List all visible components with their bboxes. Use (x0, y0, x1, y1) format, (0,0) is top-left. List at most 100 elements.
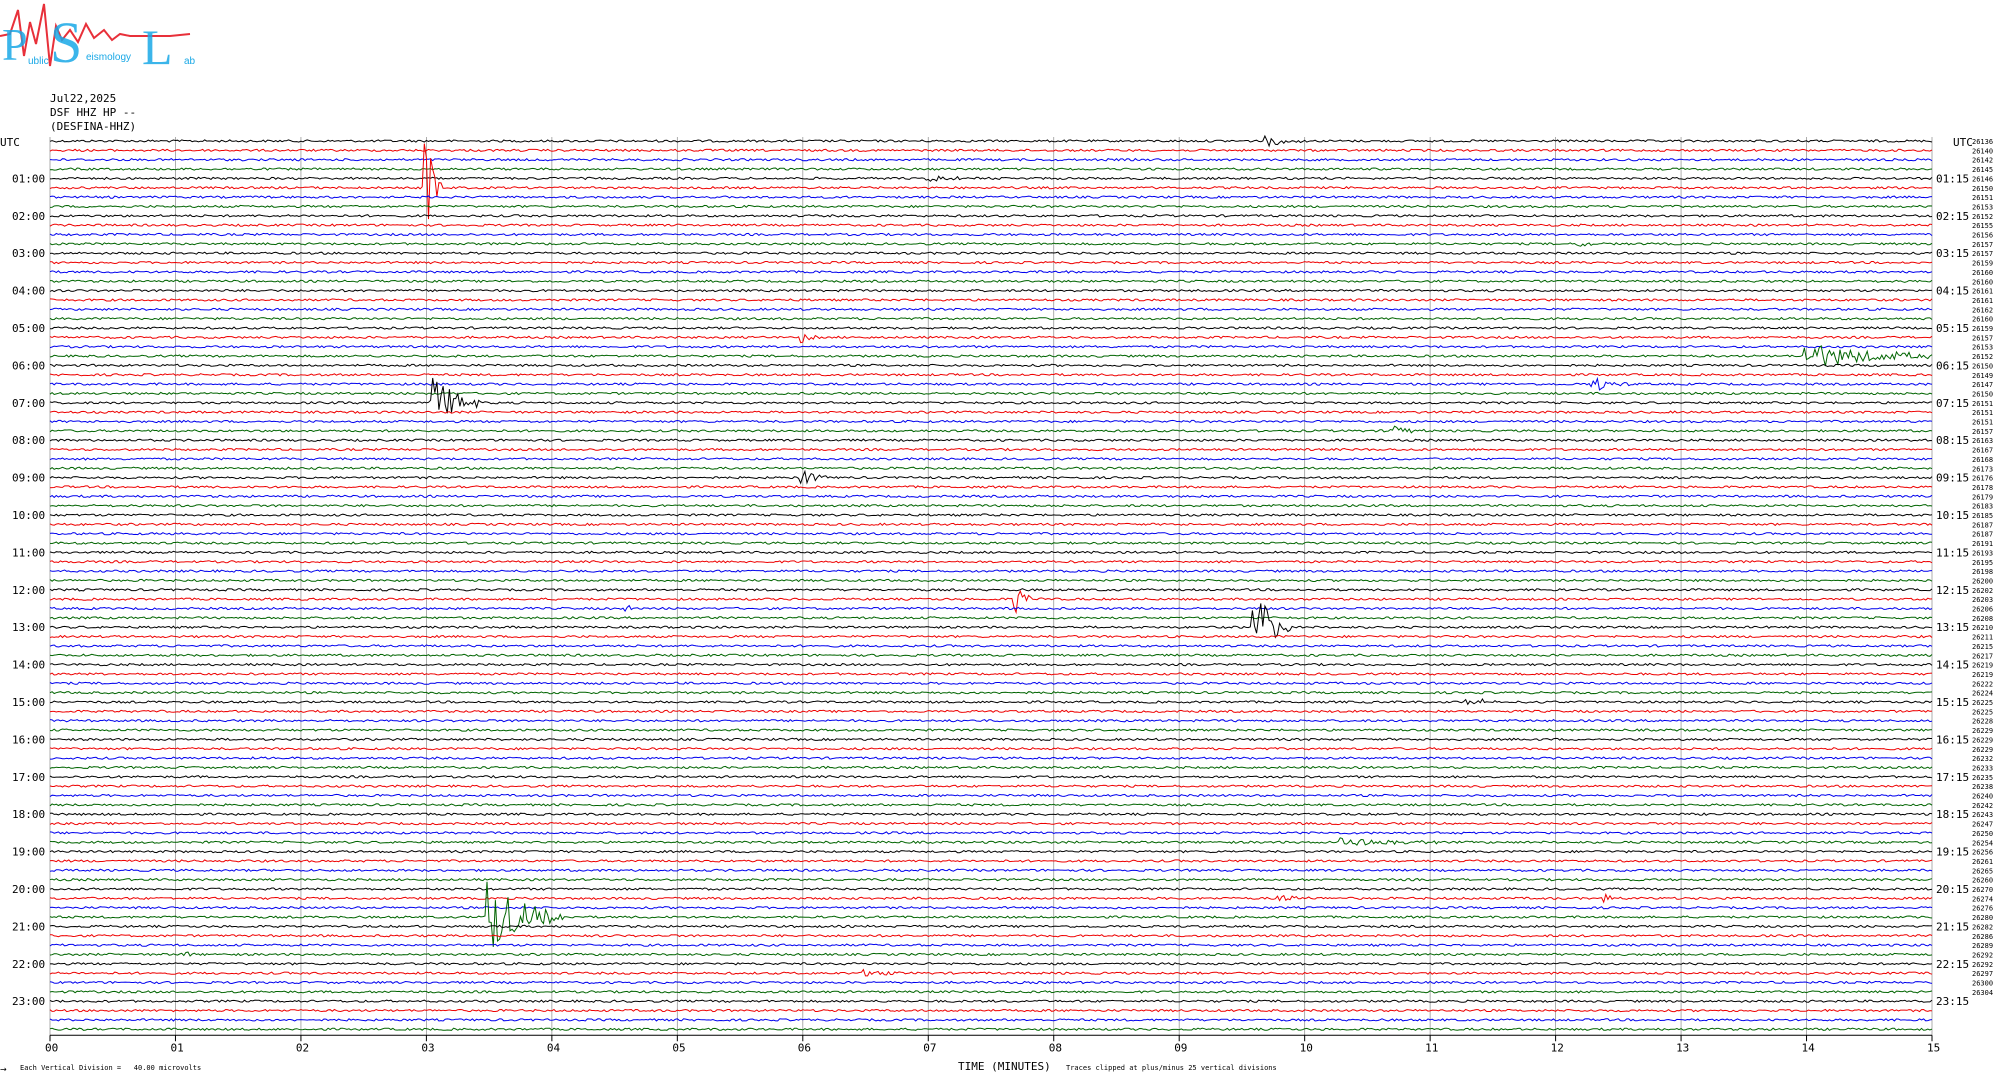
trace-offset-label: 26219 (1972, 671, 1993, 679)
x-tick-label: 02 (296, 1041, 309, 1054)
trace-4-black (49, 175, 1933, 182)
trace-offset-label: 26270 (1972, 886, 1993, 894)
trace-78-blue (49, 868, 1933, 873)
x-axis-title: TIME (MINUTES) (958, 1060, 1051, 1073)
trace-39-green (49, 503, 1933, 508)
trace-offset-label: 26152 (1972, 213, 1993, 221)
left-hour-label: 02:00 (12, 210, 45, 223)
trace-offset-label: 26161 (1972, 288, 1993, 296)
trace-38-blue (49, 494, 1933, 499)
trace-offset-label: 26250 (1972, 830, 1993, 838)
trace-92-black (49, 999, 1933, 1004)
x-tick-label: 15 (1927, 1041, 1940, 1054)
trace-77-red (49, 859, 1933, 863)
trace-offset-label: 26178 (1972, 484, 1993, 492)
trace-offset-label: 26179 (1972, 493, 1993, 501)
x-tick-label: 04 (547, 1041, 561, 1054)
trace-68-black (49, 774, 1933, 779)
trace-71-green (49, 803, 1933, 807)
trace-72-black (49, 812, 1933, 817)
trace-offset-label: 26242 (1972, 802, 1993, 810)
trace-offset-label: 26156 (1972, 232, 1993, 240)
x-tick-label: 00 (45, 1041, 58, 1054)
trace-93-red (49, 1008, 1933, 1013)
trace-73-red (49, 821, 1933, 826)
right-hour-label: 21:15 (1936, 920, 1969, 933)
right-hour-label: 02:15 (1936, 210, 1969, 223)
corner-arrow-icon: → (0, 1065, 7, 1074)
trace-11-green (49, 242, 1933, 247)
trace-82-blue (49, 905, 1933, 910)
trace-offset-label: 26168 (1972, 456, 1993, 464)
trace-65-red (49, 746, 1933, 751)
trace-offset-label: 26229 (1972, 736, 1993, 744)
trace-2-blue (49, 157, 1933, 162)
helicorder-plot: 00 01 02 03 04 05 06 07 08 09 10 11 12 13 14 1526136261… (0, 134, 1993, 1074)
left-hour-label: 15:00 (12, 696, 45, 709)
trace-83-green (49, 881, 1933, 947)
x-tick-label: 10 (1300, 1041, 1313, 1054)
trace-23-green (49, 344, 1933, 367)
trace-offset-label: 26240 (1972, 793, 1993, 801)
trace-60-black (49, 698, 1933, 706)
trace-3-green (49, 167, 1933, 171)
left-hour-label: 11:00 (12, 546, 45, 559)
trace-offset-label: 26159 (1972, 325, 1993, 333)
trace-9-red (49, 223, 1933, 227)
trace-95-green (49, 1027, 1933, 1031)
trace-offset-label: 26261 (1972, 858, 1993, 866)
trace-offset-label: 26145 (1972, 166, 1993, 174)
trace-37-red (49, 485, 1933, 489)
trace-offset-label: 26280 (1972, 914, 1993, 922)
trace-offset-label: 26167 (1972, 447, 1993, 455)
trace-offset-label: 26202 (1972, 587, 1993, 595)
trace-offset-label: 26260 (1972, 877, 1993, 885)
left-hour-label: 21:00 (12, 920, 45, 933)
trace-36-black (49, 469, 1933, 485)
trace-56-black (49, 662, 1933, 667)
trace-32-black (49, 438, 1933, 442)
trace-offset-label: 26160 (1972, 278, 1993, 286)
right-hour-label: 07:15 (1936, 397, 1969, 410)
trace-13-red (49, 260, 1933, 265)
trace-offset-label: 26211 (1972, 634, 1993, 642)
right-hour-label: 13:15 (1936, 621, 1969, 634)
trace-offset-label: 26289 (1972, 942, 1993, 950)
trace-80-black (49, 887, 1933, 891)
right-hour-label: 04:15 (1936, 285, 1969, 298)
trace-51-green (49, 616, 1933, 620)
trace-offset-label: 26203 (1972, 596, 1993, 604)
seismic-traces (49, 134, 1933, 1031)
trace-91-green (49, 990, 1933, 994)
left-hour-label: 09:00 (12, 472, 45, 485)
x-tick-label: 06 (798, 1041, 811, 1054)
trace-87-green (49, 951, 1933, 957)
trace-offset-label: 26292 (1972, 951, 1993, 959)
trace-84-black (49, 924, 1933, 929)
left-hour-label: 04:00 (12, 285, 45, 298)
trace-offset-label: 26176 (1972, 475, 1993, 483)
trace-10-blue (49, 232, 1933, 237)
trace-90-blue (49, 980, 1933, 985)
trace-0-black (49, 134, 1933, 148)
right-hour-label: 10:15 (1936, 509, 1969, 522)
trace-offset-label: 26254 (1972, 839, 1993, 847)
trace-offset-label: 26243 (1972, 811, 1993, 819)
trace-40-black (49, 513, 1933, 517)
trace-14-blue (49, 270, 1933, 274)
trace-offset-label: 26162 (1972, 306, 1993, 314)
trace-52-black (49, 603, 1933, 639)
trace-offset-label: 26222 (1972, 680, 1993, 688)
trace-offset-label: 26153 (1972, 203, 1993, 211)
trace-25-red (49, 373, 1933, 377)
right-hour-label: 01:15 (1936, 172, 1969, 185)
trace-75-green (49, 837, 1933, 846)
trace-offset-label: 26153 (1972, 344, 1993, 352)
trace-offset-label: 26147 (1972, 381, 1993, 389)
trace-offset-label: 26300 (1972, 980, 1993, 988)
trace-offset-label: 26304 (1972, 989, 1993, 997)
trace-33-red (49, 447, 1933, 452)
left-hour-label: 23:00 (12, 995, 45, 1008)
trace-offset-label: 26232 (1972, 755, 1993, 763)
trace-offset-label: 26157 (1972, 428, 1993, 436)
